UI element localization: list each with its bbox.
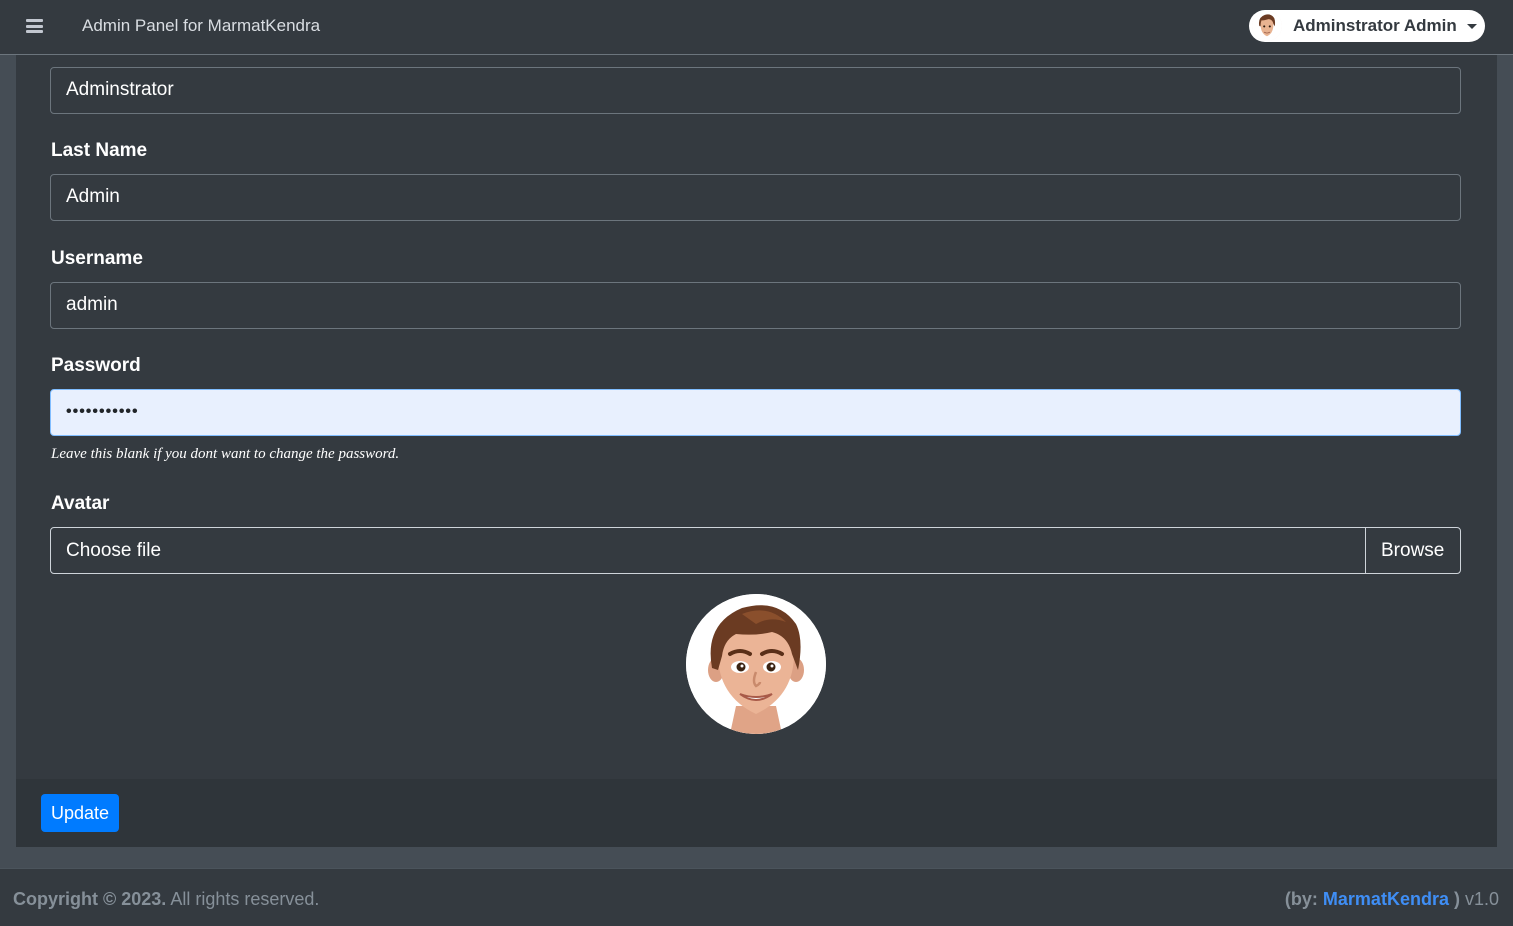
username-label: Username <box>51 248 143 269</box>
username-input[interactable]: admin <box>50 282 1461 329</box>
first-name-input[interactable]: Adminstrator <box>50 67 1461 114</box>
user-avatar <box>1252 11 1282 41</box>
credits-prefix: (by: <box>1284 889 1323 909</box>
credits-text: (by: MarmatKendra ) v1.0 <box>1285 889 1499 910</box>
hamburger-icon[interactable] <box>26 19 43 33</box>
user-name: Adminstrator Admin <box>1293 16 1457 35</box>
avatar-label: Avatar <box>51 493 110 514</box>
copyright-year: Copyright © 2023. <box>13 889 167 909</box>
version-text: v1.0 <box>1459 889 1499 909</box>
last-name-input[interactable]: Admin <box>50 174 1461 221</box>
password-label: Password <box>51 355 141 376</box>
caret-down-icon <box>1467 24 1477 29</box>
page-footer: Copyright © 2023. All rights reserved. (… <box>0 868 1513 926</box>
last-name-label: Last Name <box>51 140 148 161</box>
copyright-rights: All rights reserved. <box>166 889 320 909</box>
profile-card: Adminstrator Last Name Admin Username ad… <box>16 55 1497 847</box>
password-help-text: Leave this blank if you dont want to cha… <box>51 446 400 462</box>
credits-suffix: ) <box>1448 889 1460 909</box>
top-navbar: Admin Panel for MarmatKendra Adminstrato… <box>0 0 1513 55</box>
password-input[interactable]: ••••••••••• <box>50 389 1461 436</box>
browse-button[interactable]: Browse <box>1365 528 1460 573</box>
user-menu-button[interactable]: Adminstrator Admin <box>1249 10 1485 42</box>
brand-title: Admin Panel for MarmatKendra <box>82 16 321 35</box>
card-footer: Update <box>16 779 1497 847</box>
credits-link[interactable]: MarmatKendra <box>1323 889 1449 909</box>
avatar-file-input[interactable]: Choose file Browse <box>50 527 1461 574</box>
file-input-label: Choose file <box>66 540 162 561</box>
update-button[interactable]: Update <box>41 794 119 832</box>
profile-form: Adminstrator Last Name Admin Username ad… <box>16 55 1497 779</box>
avatar-preview <box>686 594 826 734</box>
copyright-text: Copyright © 2023. All rights reserved. <box>13 889 319 910</box>
